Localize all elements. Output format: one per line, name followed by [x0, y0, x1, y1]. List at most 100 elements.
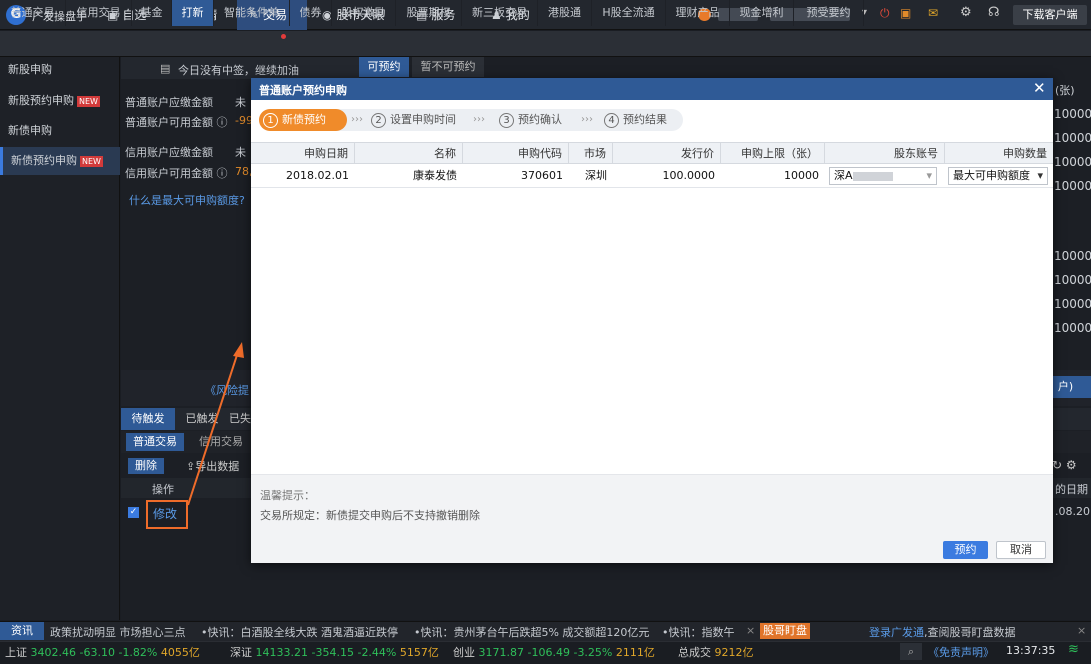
index-shanghai: 上证 3402.46 -63.10 -1.82% 4055亿	[5, 646, 200, 659]
row-divider	[251, 187, 1053, 188]
mail-icon[interactable]: ✉	[928, 6, 938, 20]
subtab-putong[interactable]: 普通交易	[126, 433, 184, 451]
headset-icon[interactable]: ☊	[988, 5, 1000, 20]
tab-unavailable[interactable]: 暂不可预约	[412, 57, 484, 77]
cell-market: 深圳	[585, 169, 607, 182]
right-col-header: (张)	[1055, 84, 1075, 97]
refresh-icon[interactable]: ↻ ⚙	[1052, 458, 1077, 472]
tab-putong[interactable]: 普通交易	[0, 0, 66, 26]
right-num: 10000	[1054, 155, 1091, 169]
tab-ganggutong[interactable]: 港股通	[538, 0, 592, 26]
sub-nav	[0, 31, 1091, 57]
clock: 13:37:35	[1006, 644, 1056, 657]
tab-daxin[interactable]: 打新	[172, 0, 214, 26]
tab-available[interactable]: 可预约	[359, 57, 409, 77]
cell-date: 2018.02.01	[286, 169, 349, 182]
tab-licai[interactable]: 理财产品	[666, 0, 730, 26]
news-item[interactable]: •快讯：指数午	[662, 624, 735, 640]
close-icon[interactable]: ×	[746, 624, 755, 637]
sidebar-item-xingu-yuyue[interactable]: 新股预约申购 NEW	[0, 86, 120, 116]
news-label: 资讯	[0, 622, 44, 640]
sidebar-item-xingu[interactable]: 新股申购	[0, 55, 120, 85]
total-volume: 总成交 9212亿	[678, 646, 754, 659]
account-select[interactable]: 深A ▾	[829, 167, 937, 185]
modal-button-bar	[251, 537, 1053, 563]
news-item[interactable]: •快讯：白酒股全线大跌 酒鬼酒逼近跌停	[201, 624, 398, 640]
close-icon[interactable]: ×	[1077, 624, 1086, 637]
tab-xinyong[interactable]: 信用交易	[66, 0, 132, 26]
step-2: 2 设置申购时间	[371, 109, 456, 131]
step-1: 1 新债预约	[259, 109, 347, 131]
delete-button[interactable]: 删除	[128, 458, 164, 474]
tab-jijin[interactable]: 基金	[132, 0, 172, 26]
cell-limit: 10000	[784, 169, 819, 182]
gear-icon[interactable]: ⚙	[960, 5, 972, 20]
label-xinyong-yingjiao: 信用账户应缴金额	[125, 146, 213, 159]
label-putong-yingjiao: 普通账户应缴金额	[125, 96, 213, 109]
guge-tag[interactable]: 股哥盯盘	[760, 623, 810, 639]
tip-text: 交易所规定：新债提交申购后不支持撤销删除	[260, 509, 480, 522]
disclaimer-link[interactable]: 《免责声明》	[928, 644, 994, 660]
download-client-button[interactable]: 下载客户端	[1013, 5, 1087, 25]
power-icon[interactable]: ⏻	[880, 6, 890, 21]
step-4: 4 预约结果	[604, 109, 667, 131]
tips-area: 温馨提示： 交易所规定：新债提交申购后不支持撤销删除	[251, 474, 1053, 537]
notice-text: 今日没有中签，继续加油	[178, 64, 299, 77]
right-num: 10000	[1054, 297, 1091, 311]
tab-yaoyue[interactable]: 预受要约	[794, 0, 864, 26]
new-badge: NEW	[80, 156, 103, 167]
value-putong-yingjiao: 未	[235, 96, 246, 109]
right-num: 10000	[1054, 249, 1091, 263]
col-code: 申购代码	[463, 143, 569, 164]
help-icon[interactable]: ⓘ	[217, 167, 228, 180]
chevron-down-icon: ▾	[1037, 169, 1043, 182]
chevron-down-icon: ▾	[926, 169, 932, 182]
news-item[interactable]: •快讯：贵州茅台午后跌超5% 成交额超120亿元	[414, 624, 649, 640]
help-icon[interactable]: ⓘ	[217, 116, 228, 129]
step-arrow: ›››	[351, 114, 363, 125]
tab-pending[interactable]: 待触发	[121, 408, 175, 430]
tab-qiquan[interactable]: 股票期权	[396, 0, 462, 26]
tab-xianjin[interactable]: 现金增利	[730, 0, 794, 26]
search-icon[interactable]: ⌕	[900, 643, 922, 660]
sidebar-item-xinzhai[interactable]: 新债申购	[0, 116, 120, 146]
quantity-select[interactable]: 最大可申购额度 ▾	[948, 167, 1048, 185]
date-value: .08.20	[1055, 505, 1090, 518]
right-num: 10000	[1054, 273, 1091, 287]
step-arrow: ›››	[581, 114, 593, 125]
tip-title: 温馨提示：	[260, 489, 315, 502]
tab-tiaojiandan[interactable]: 智能条件单	[214, 0, 290, 26]
row-checkbox[interactable]: ✓	[128, 507, 139, 518]
col-price: 发行价	[613, 143, 721, 164]
table-header: 申购日期 名称 申购代码 市场 发行价 申购上限（张） 股东账号 申购数量	[251, 142, 1053, 164]
modal-title: 普通账户预约申购	[259, 84, 347, 97]
login-link[interactable]: 登录广发通,查阅股哥盯盘数据	[869, 624, 1016, 640]
annotation-arrow	[187, 342, 244, 506]
step-progress: 1 新债预约 ››› 2 设置申购时间 ››› 3 预约确认 ››› 4 预约结果	[259, 109, 683, 131]
col-name: 名称	[355, 143, 463, 164]
date-header: 的日期	[1055, 483, 1088, 496]
help-max-quota-link[interactable]: 什么是最大可申购额度?	[129, 192, 245, 208]
tab-xinsanban[interactable]: 新三板交易	[462, 0, 538, 26]
tab-hgu[interactable]: H股全流通	[592, 0, 666, 26]
right-num: 10000	[1054, 321, 1091, 335]
close-icon[interactable]: ✕	[1033, 79, 1046, 97]
new-badge: NEW	[77, 96, 100, 107]
col-date: 申购日期	[251, 143, 355, 164]
cell-name: 康泰发债	[413, 169, 457, 182]
col-limit: 申购上限（张）	[721, 143, 825, 164]
account-number-blurred	[852, 171, 893, 181]
lock-icon[interactable]: ▣	[900, 6, 911, 20]
step-3: 3 预约确认	[499, 109, 562, 131]
wifi-icon: ≋	[1068, 642, 1079, 657]
cancel-button[interactable]: 取消	[996, 541, 1046, 559]
news-item[interactable]: 政策扰动明显 市场担心三点	[50, 624, 186, 640]
right-num: 10000	[1054, 107, 1091, 121]
tab-guquan[interactable]: 股权激励	[332, 0, 396, 26]
step-arrow: ›››	[473, 114, 485, 125]
value-xinyong-keyong: 78,	[235, 165, 253, 178]
col-market: 市场	[569, 143, 613, 164]
tab-zhaiquan[interactable]: 债券	[290, 0, 332, 26]
sidebar-item-xinzhai-yuyue[interactable]: 新债预约申购 NEW	[0, 147, 120, 175]
confirm-reserve-button[interactable]: 预约	[943, 541, 988, 559]
